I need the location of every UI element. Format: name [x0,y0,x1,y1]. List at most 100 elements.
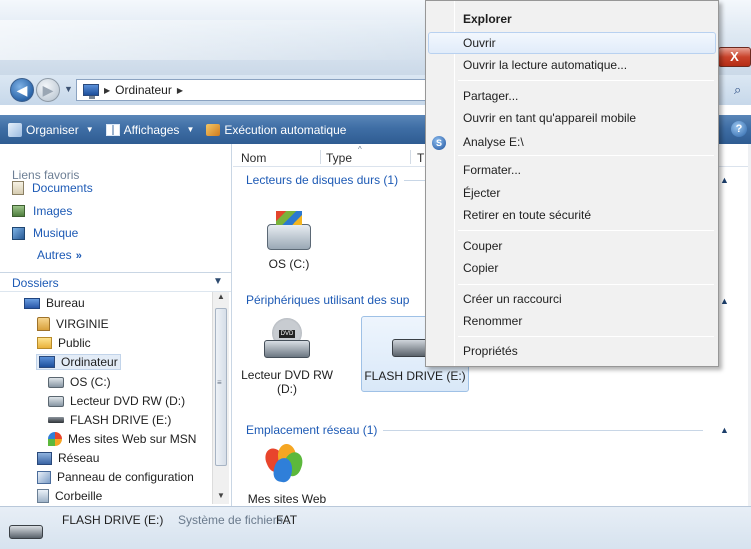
autoplay-icon [206,123,221,136]
more-favorites-link[interactable]: Autres» [37,248,82,262]
favorite-images[interactable]: Images [12,204,72,218]
drive-body [264,340,310,358]
organize-icon [8,122,22,137]
collapse-group-icon[interactable]: ▲ [720,175,729,185]
group-removable-devices[interactable]: Périphériques utilisant des sup [246,293,409,307]
menu-item-autoplay[interactable]: Ouvrir la lecture automatique... [463,58,627,72]
column-type[interactable]: Type [326,151,352,165]
menu-item-format[interactable]: Formater... [463,163,521,177]
menu-item-open-as-portable-device[interactable]: Ouvrir en tant qu'appareil mobile [463,111,636,125]
tree-label: VIRGINIE [56,317,109,331]
column-divider[interactable] [320,150,321,164]
organize-button[interactable]: Organiser ▼ [0,115,100,144]
favorite-label: Images [33,204,73,218]
column-name[interactable]: Nom [241,151,266,165]
menu-item-open[interactable]: Ouvrir [463,36,496,50]
dvd-drive-icon: DVD [264,318,310,358]
double-chevron-icon: » [75,250,82,262]
tree-item-dvd-drive[interactable]: Lecteur DVD RW (D:) [48,394,185,408]
menu-separator [458,336,714,337]
folders-header[interactable]: Dossiers ▼ [0,272,231,292]
collapse-group-icon[interactable]: ▲ [720,296,729,306]
address-bar[interactable]: ▶ Ordinateur ▶ [76,79,438,101]
scrollbar-thumb[interactable] [215,308,227,466]
group-title: Emplacement réseau (1) [246,423,378,437]
group-hard-drives[interactable]: Lecteurs de disques durs (1) [246,173,445,187]
menu-item-create-shortcut[interactable]: Créer un raccourci [463,292,562,306]
chevron-down-icon[interactable]: ▼ [213,276,223,287]
folder-tree-scrollbar[interactable]: ▲ ≡ ▼ [212,292,229,504]
scroll-up-icon[interactable]: ▲ [217,292,225,301]
chevron-down-icon: ▼ [186,125,195,134]
tree-item-network[interactable]: Réseau [37,451,99,465]
tree-item-msn-sites[interactable]: Mes sites Web sur MSN [48,432,196,446]
tree-label: Panneau de configuration [57,470,194,484]
music-icon [12,226,25,240]
forward-button[interactable]: ▶ [36,78,60,102]
documents-icon [12,181,24,195]
menu-item-copy[interactable]: Copier [463,261,498,275]
group-network-locations[interactable]: Emplacement réseau (1) [246,423,704,437]
tree-item-os-drive[interactable]: OS (C:) [48,375,111,389]
collapse-group-icon[interactable]: ▲ [720,425,729,435]
help-button[interactable]: ? [731,121,747,137]
tile-label: Mes sites Web [247,492,327,506]
views-button[interactable]: Affichages ▼ [100,115,201,144]
scroll-down-icon[interactable]: ▼ [217,491,225,500]
chevron-down-icon: ▼ [85,125,94,134]
menu-item-share[interactable]: Partager... [463,89,518,103]
details-pane: FLASH DRIVE (E:) Système de fichiers : F… [0,506,751,549]
tree-item-flash-drive[interactable]: FLASH DRIVE (E:) [48,413,171,427]
tree-item-recycle-bin[interactable]: Corbeille [37,489,102,503]
tree-item-control-panel[interactable]: Panneau de configuration [37,470,194,484]
views-label: Affichages [123,122,180,137]
menu-separator [458,284,714,285]
usb-drive-icon [9,525,43,539]
folder-icon [37,337,52,349]
usb-drive-icon [48,417,64,423]
tree-item-desktop[interactable]: Bureau [24,296,85,310]
folder-tree: Bureau VIRGINIE Public Ordinateur OS (C:… [0,294,215,504]
favorite-music[interactable]: Musique [12,226,78,240]
network-tile-msn[interactable]: Mes sites Web [247,443,327,506]
autoplay-button[interactable]: Exécution automatique [200,115,352,144]
antivirus-scan-icon: S [432,136,446,150]
group-title: Lecteurs de disques durs (1) [246,173,399,187]
hard-drive-icon [48,376,64,388]
menu-item-properties[interactable]: Propriétés [463,344,518,358]
tree-item-public[interactable]: Public [37,336,91,350]
organize-label: Organiser [26,122,79,137]
favorite-documents[interactable]: Documents [12,181,93,195]
autoplay-label: Exécution automatique [224,122,347,137]
column-divider[interactable] [410,150,411,164]
breadcrumb-chevron-icon[interactable]: ▶ [177,86,183,95]
menu-item-safely-remove[interactable]: Retirer en toute sécurité [463,208,591,222]
group-divider [383,429,704,431]
drive-tile-os[interactable]: OS (C:) [254,210,324,271]
tree-label: FLASH DRIVE (E:) [70,413,172,427]
control-panel-icon [37,470,51,484]
menu-item-eject[interactable]: Éjecter [463,186,500,200]
search-icon[interactable]: ⌕ [734,82,741,98]
recent-pages-dropdown[interactable]: ▼ [64,84,73,94]
breadcrumb-chevron-icon[interactable]: ▶ [104,86,110,95]
drive-tile-dvd[interactable]: DVD Lecteur DVD RW (D:) [237,318,337,396]
more-label: Autres [37,248,72,262]
breadcrumb-computer[interactable]: Ordinateur [115,83,172,97]
sort-ascending-icon: ^ [358,145,362,154]
menu-item-rename[interactable]: Renommer [463,314,522,328]
menu-item-cut[interactable]: Couper [463,239,502,253]
pictures-icon [12,205,25,217]
favorite-links-heading: Liens favoris [12,168,80,182]
menu-item-explore[interactable]: Explorer [463,12,512,26]
menu-item-scan[interactable]: Analyse E:\ [463,135,524,149]
close-window-button[interactable]: X [718,47,751,67]
favorite-label: Documents [32,181,93,195]
menu-icon-gutter [454,1,455,366]
back-button[interactable]: ◀ [10,78,34,102]
tree-item-user[interactable]: VIRGINIE [37,317,109,331]
tile-label-line2: (D:) [277,382,297,396]
tree-label: Public [58,336,91,350]
column-total[interactable]: T [417,151,424,165]
tree-item-computer[interactable]: Ordinateur [36,354,121,370]
